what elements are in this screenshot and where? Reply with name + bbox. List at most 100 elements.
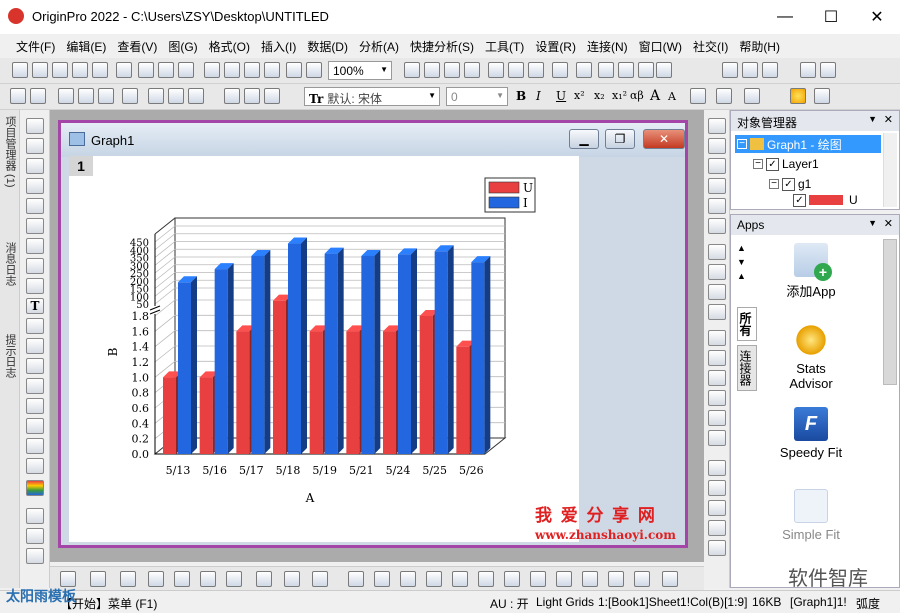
grid-style-icon[interactable] bbox=[452, 571, 468, 587]
maximize-button[interactable]: ☐ bbox=[808, 0, 854, 34]
pointer-icon[interactable] bbox=[26, 118, 44, 134]
tab-message-log[interactable]: 消息日志 bbox=[2, 242, 18, 286]
set-column-icon[interactable] bbox=[762, 62, 778, 78]
align-layers-icon[interactable] bbox=[426, 571, 442, 587]
layer-icon[interactable] bbox=[598, 62, 614, 78]
menu-settings[interactable]: 设置(R) bbox=[535, 38, 576, 55]
print-icon[interactable] bbox=[404, 62, 420, 78]
script-window-icon[interactable] bbox=[464, 62, 480, 78]
plot-template-icon[interactable] bbox=[708, 520, 726, 536]
underline-button[interactable]: U bbox=[556, 89, 566, 103]
menu-social[interactable]: 社交(I) bbox=[693, 38, 728, 55]
sort-icon[interactable] bbox=[582, 571, 598, 587]
plot-histogram-icon[interactable] bbox=[708, 390, 726, 406]
menu-help[interactable]: 帮助(H) bbox=[739, 38, 780, 55]
new-function-icon[interactable] bbox=[116, 62, 132, 78]
import-icon[interactable] bbox=[224, 62, 240, 78]
extract-layer-icon[interactable] bbox=[122, 88, 138, 104]
minimize-button[interactable]: — bbox=[762, 0, 808, 34]
plot-panel-icon[interactable] bbox=[708, 284, 726, 300]
data-filter-icon[interactable] bbox=[556, 571, 572, 587]
plot-vector-icon[interactable] bbox=[708, 218, 726, 234]
image-icon[interactable] bbox=[26, 418, 44, 434]
apps-icon[interactable] bbox=[656, 62, 672, 78]
export-icon[interactable] bbox=[424, 62, 440, 78]
menu-data[interactable]: 数据(D) bbox=[307, 38, 348, 55]
layer-add-icon[interactable] bbox=[348, 571, 364, 587]
app-speedy-fit[interactable]: F Speedy Fit bbox=[761, 407, 861, 460]
row-stats-icon[interactable] bbox=[742, 62, 758, 78]
font-color-icon[interactable] bbox=[744, 88, 760, 104]
app-simple-fit[interactable]: Simple Fit bbox=[761, 489, 861, 542]
tree-item-graph[interactable]: − Graph1 - 绘图 bbox=[735, 135, 881, 153]
merge-graph-icon[interactable] bbox=[98, 88, 114, 104]
new-workbook-icon[interactable] bbox=[52, 62, 68, 78]
calendar-icon[interactable] bbox=[638, 62, 654, 78]
apps-scroll-arrows[interactable]: ▲ ▼ ▲ bbox=[737, 241, 746, 283]
arrow-tool-icon[interactable] bbox=[26, 338, 44, 354]
options-icon[interactable] bbox=[814, 88, 830, 104]
light-bulb-icon[interactable] bbox=[790, 88, 806, 104]
column-style-icon[interactable] bbox=[148, 571, 164, 587]
graph-minimize-button[interactable]: ▁ bbox=[569, 129, 599, 149]
close-icon[interactable]: ✕ bbox=[884, 217, 893, 230]
plot-ternary-icon[interactable] bbox=[708, 500, 726, 516]
subscript-button[interactable]: x₂ bbox=[594, 89, 605, 102]
speed-mode-icon[interactable] bbox=[478, 571, 494, 587]
line-symbol-style-icon[interactable] bbox=[120, 571, 136, 587]
merge-icon[interactable] bbox=[374, 571, 390, 587]
italic-button[interactable]: I bbox=[536, 89, 541, 103]
menu-graph[interactable]: 图(G) bbox=[168, 38, 197, 55]
column-stats-icon[interactable] bbox=[722, 62, 738, 78]
app-add-app[interactable]: + 添加App bbox=[761, 243, 861, 300]
worksheet-icon[interactable] bbox=[10, 88, 26, 104]
transpose-icon[interactable] bbox=[820, 62, 836, 78]
marker-icon[interactable] bbox=[608, 571, 624, 587]
save-icon[interactable] bbox=[244, 62, 260, 78]
open-icon[interactable] bbox=[204, 62, 220, 78]
menu-tools[interactable]: 工具(T) bbox=[485, 38, 524, 55]
template-icon[interactable] bbox=[312, 571, 328, 587]
bar-chart-3d[interactable]: 0.00.20.40.60.81.01.21.41.61.85010015020… bbox=[69, 156, 579, 542]
font-size-select[interactable]: 0 ▼ bbox=[446, 87, 508, 106]
add-column-icon[interactable] bbox=[800, 62, 816, 78]
specialized-icon[interactable] bbox=[256, 571, 272, 587]
menu-window[interactable]: 窗口(W) bbox=[639, 38, 682, 55]
fill-color-icon[interactable] bbox=[504, 571, 520, 587]
plot-setup-icon[interactable] bbox=[58, 88, 74, 104]
function-icon[interactable] bbox=[26, 528, 44, 544]
tree-item-layer[interactable]: − ✓ Layer1 bbox=[753, 155, 819, 173]
plot-surface-icon[interactable] bbox=[708, 480, 726, 496]
layer-management-icon[interactable] bbox=[78, 88, 94, 104]
copy-page-icon[interactable] bbox=[444, 62, 460, 78]
grid-icon[interactable] bbox=[30, 88, 46, 104]
command-window-icon[interactable] bbox=[528, 62, 544, 78]
pin-icon[interactable]: ▼ bbox=[868, 218, 877, 228]
plot-bar-icon[interactable] bbox=[708, 350, 726, 366]
contour-style-icon[interactable] bbox=[226, 571, 242, 587]
supersub-button[interactable]: x₁² bbox=[612, 89, 627, 102]
plot-line-symbol-icon[interactable] bbox=[708, 158, 726, 174]
mask-icon[interactable] bbox=[26, 238, 44, 254]
area-style-icon[interactable] bbox=[200, 571, 216, 587]
copy-icon[interactable] bbox=[244, 88, 260, 104]
paste-icon[interactable] bbox=[264, 88, 280, 104]
new-project-icon[interactable] bbox=[12, 62, 28, 78]
new-matrix-icon[interactable] bbox=[72, 62, 88, 78]
data-selector-icon[interactable] bbox=[26, 218, 44, 234]
greek-button[interactable]: αβ bbox=[630, 89, 644, 102]
close-icon[interactable]: ✕ bbox=[884, 113, 893, 126]
plot-3d-icon[interactable] bbox=[708, 460, 726, 476]
cut-icon[interactable] bbox=[224, 88, 240, 104]
tab-hint-log[interactable]: 提示日志 bbox=[2, 334, 18, 378]
table-tool-icon[interactable] bbox=[26, 548, 44, 564]
scatter-style-icon[interactable] bbox=[90, 571, 106, 587]
draw-data-icon[interactable] bbox=[26, 258, 44, 274]
add-plot-icon[interactable] bbox=[148, 88, 164, 104]
plot-column-icon[interactable] bbox=[708, 244, 726, 260]
new-notes-icon[interactable] bbox=[158, 62, 174, 78]
plot-stack-icon[interactable] bbox=[708, 264, 726, 280]
plot-pie-icon[interactable] bbox=[708, 410, 726, 426]
plot-spline-icon[interactable] bbox=[708, 178, 726, 194]
bold-button[interactable]: B bbox=[516, 89, 526, 103]
